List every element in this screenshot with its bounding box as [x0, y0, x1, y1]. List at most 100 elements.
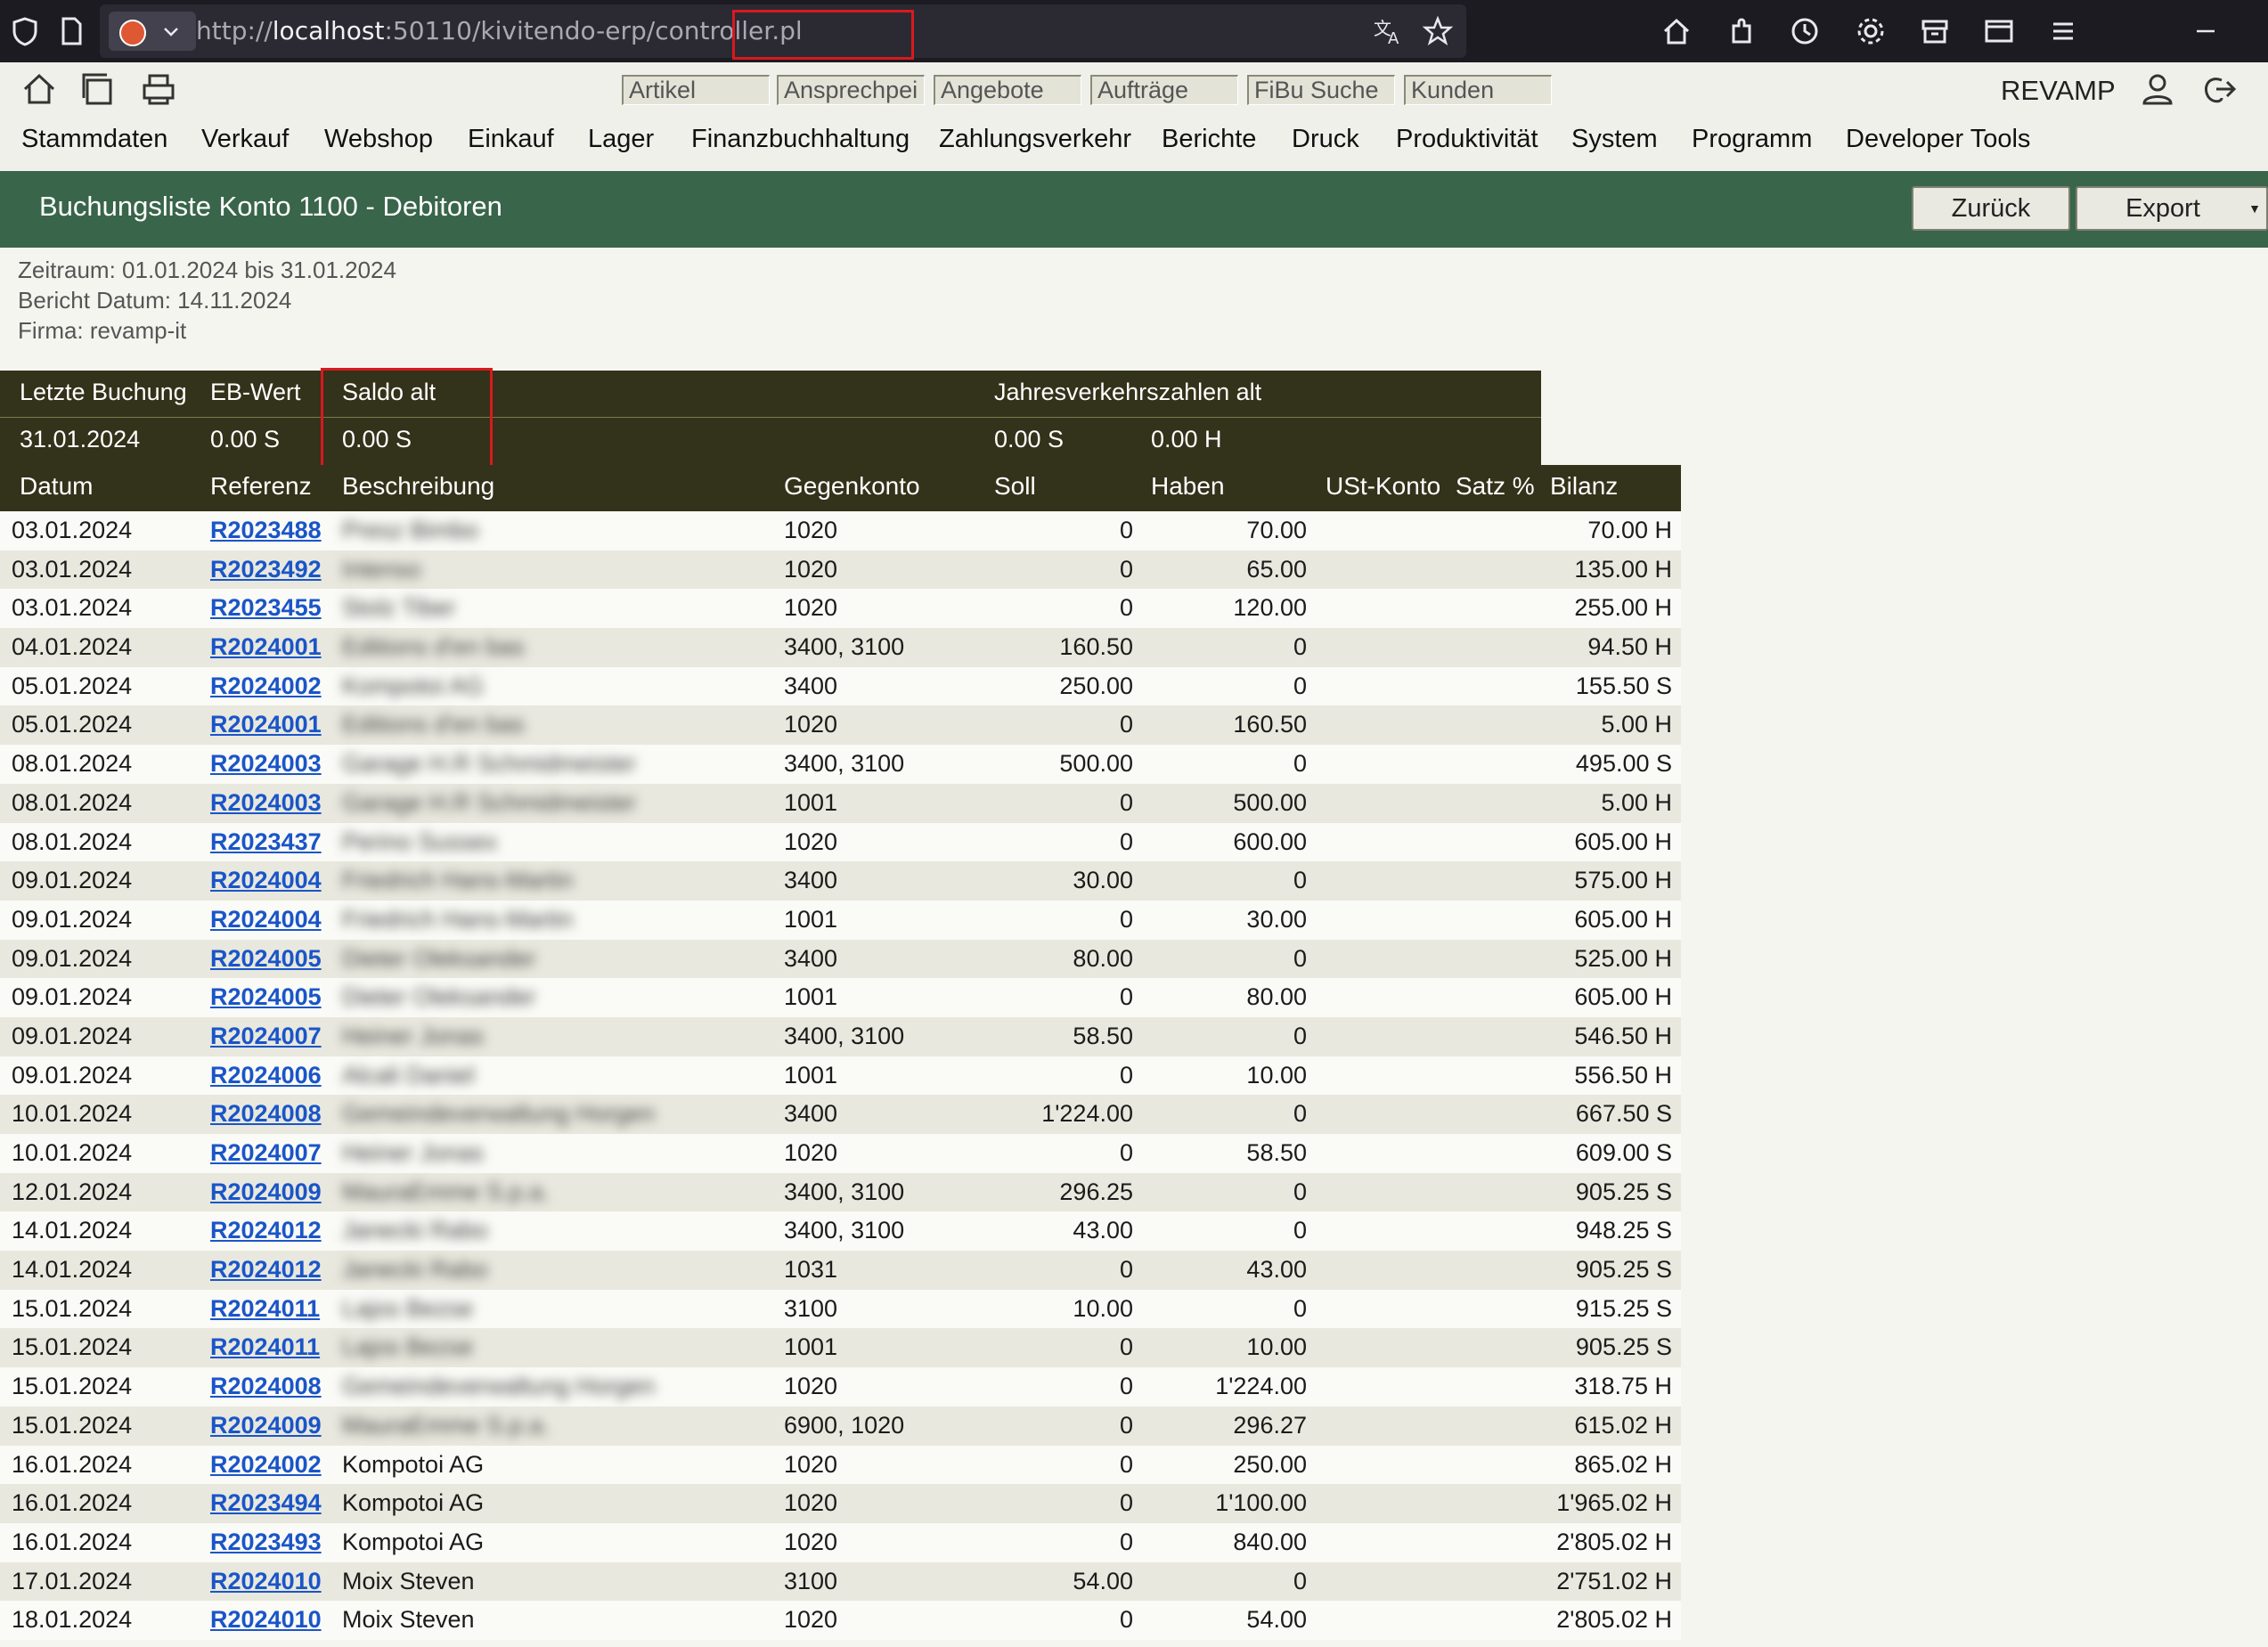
menu-stammdaten[interactable]: Stammdaten	[21, 125, 167, 154]
dropdown-arrow-icon[interactable]: ▼	[2248, 188, 2261, 229]
cell-referenz-link[interactable]: R2024009	[210, 1178, 322, 1206]
cell-referenz-link[interactable]: R2024011	[210, 1333, 320, 1361]
shield-icon[interactable]	[7, 13, 43, 49]
new-window-icon[interactable]	[80, 71, 116, 107]
menu-lager[interactable]: Lager	[588, 125, 654, 154]
url-text[interactable]: http://localhost:50110/kivitendo-erp/con…	[196, 16, 803, 45]
cell-referenz-link[interactable]: R2024001	[210, 633, 322, 661]
col-soll[interactable]: Soll	[994, 472, 1036, 501]
cell-referenz-link[interactable]: R2024012	[210, 1217, 322, 1244]
cell-referenz-link[interactable]: R2024001	[210, 711, 322, 738]
hamburger-menu-icon[interactable]	[2045, 13, 2081, 49]
cell-soll: 1'224.00	[1041, 1100, 1133, 1128]
app-topbar: Artikel Ansprechpei Angebote Aufträge Fi…	[0, 62, 2268, 118]
col-beschreibung[interactable]: Beschreibung	[342, 472, 494, 501]
col-satz[interactable]: Satz %	[1456, 472, 1535, 501]
col-ust-konto[interactable]: USt-Konto	[1326, 472, 1440, 501]
table-row: 09.01.2024 R2024004 Friedrich Hans-Martin 3…	[0, 861, 1681, 901]
cell-referenz-link[interactable]: R2024002	[210, 673, 322, 700]
cell-referenz-link[interactable]: R2024006	[210, 1062, 322, 1089]
cell-bilanz: 546.50 H	[1574, 1022, 1672, 1049]
quicksearch-angebote[interactable]: Angebote	[934, 75, 1081, 105]
logout-icon[interactable]	[2200, 71, 2237, 107]
cell-referenz-link[interactable]: R2024005	[210, 983, 322, 1011]
translate-icon[interactable]: 文A	[1370, 13, 1406, 49]
quicksearch-ansprechpartner[interactable]: Ansprechpei	[777, 75, 925, 105]
menu-programm[interactable]: Programm	[1692, 125, 1812, 154]
cell-referenz-link[interactable]: R2024004	[210, 906, 322, 934]
print-icon[interactable]	[141, 71, 176, 107]
cell-referenz-link[interactable]: R2023455	[210, 594, 322, 622]
cell-referenz-link[interactable]: R2023488	[210, 517, 322, 544]
table-row: 14.01.2024 R2024012 Janecki Rabo 1031 0 43.00…	[0, 1251, 1681, 1290]
window-icon[interactable]	[1981, 13, 2017, 49]
cell-haben: 0	[1293, 1100, 1307, 1128]
cell-datum: 03.01.2024	[12, 555, 133, 583]
cell-referenz-link[interactable]: R2024003	[210, 789, 322, 817]
quicksearch-fibu[interactable]: FiBu Suche	[1247, 75, 1395, 105]
cell-haben: 500.00	[1233, 788, 1307, 816]
user-icon[interactable]	[2140, 71, 2175, 107]
menu-system[interactable]: System	[1571, 125, 1658, 154]
cell-referenz-link[interactable]: R2023492	[210, 556, 322, 583]
cell-referenz-link[interactable]: R2024005	[210, 945, 322, 973]
cell-beschreibung: Kompotoi AG	[342, 672, 485, 699]
cell-referenz-link[interactable]: R2023493	[210, 1529, 322, 1556]
cell-referenz-link[interactable]: R2024012	[210, 1256, 322, 1284]
quicksearch-kunden[interactable]: Kunden	[1404, 75, 1552, 105]
cell-gegenkonto: 1020	[784, 1606, 838, 1634]
cell-datum: 05.01.2024	[12, 672, 133, 699]
cell-referenz-link[interactable]: R2024004	[210, 867, 322, 894]
menu-webshop[interactable]: Webshop	[324, 125, 433, 154]
table-row: 03.01.2024 R2023488 Presz Bimbo 1020 0 70.00 7…	[0, 511, 1681, 550]
url-bar[interactable]: http://localhost:50110/kivitendo-erp/con…	[100, 4, 1466, 60]
history-icon[interactable]	[1787, 13, 1823, 49]
col-bilanz[interactable]: Bilanz	[1550, 472, 1618, 501]
cell-referenz-link[interactable]: R2024007	[210, 1139, 322, 1167]
bookmark-star-icon[interactable]	[1420, 13, 1456, 49]
cell-referenz-link[interactable]: R2023494	[210, 1489, 322, 1517]
cell-referenz-link[interactable]: R2024002	[210, 1451, 322, 1479]
menu-druck[interactable]: Druck	[1292, 125, 1359, 154]
cell-beschreibung: Gemeindeverwaltung Horgen	[342, 1100, 656, 1128]
menu-zahlungsverkehr[interactable]: Zahlungsverkehr	[939, 125, 1131, 154]
summary-eb-wert: 0.00 S	[210, 426, 281, 453]
menu-berichte[interactable]: Berichte	[1162, 125, 1256, 154]
menu-finanzbuchhaltung[interactable]: Finanzbuchhaltung	[691, 125, 910, 154]
cell-referenz-link[interactable]: R2024010	[210, 1568, 322, 1595]
menu-produktivitaet[interactable]: Produktivität	[1396, 125, 1538, 154]
col-haben[interactable]: Haben	[1151, 472, 1225, 501]
col-datum[interactable]: Datum	[20, 472, 93, 501]
table-row: 16.01.2024 R2023493 Kompotoi AG 1020 0 840.00…	[0, 1522, 1681, 1562]
col-gegenkonto[interactable]: Gegenkonto	[784, 472, 920, 501]
gear-icon[interactable]	[1853, 13, 1889, 49]
cell-haben: 296.27	[1233, 1411, 1307, 1439]
quicksearch-auftraege[interactable]: Aufträge	[1090, 75, 1238, 105]
page-icon[interactable]	[53, 13, 89, 49]
menu-einkauf[interactable]: Einkauf	[468, 125, 554, 154]
back-button[interactable]: Zurück	[1912, 186, 2070, 231]
minimize-icon[interactable]	[2188, 13, 2223, 49]
cell-haben: 10.00	[1246, 1333, 1307, 1361]
archive-icon[interactable]	[1917, 13, 1953, 49]
cell-bilanz: 5.00 H	[1601, 788, 1672, 816]
cell-referenz-link[interactable]: R2024008	[210, 1100, 322, 1128]
cell-referenz-link[interactable]: R2024009	[210, 1412, 322, 1439]
cell-referenz-link[interactable]: R2023437	[210, 828, 322, 856]
menu-verkauf[interactable]: Verkauf	[201, 125, 289, 154]
cell-referenz-link[interactable]: R2024003	[210, 750, 322, 778]
cell-referenz-link[interactable]: R2024007	[210, 1023, 322, 1050]
cell-referenz-link[interactable]: R2024011	[210, 1295, 320, 1323]
home-icon[interactable]	[1659, 13, 1694, 49]
export-button[interactable]: Export ▼	[2076, 186, 2268, 231]
cell-soll: 296.25	[1059, 1178, 1133, 1205]
table-row: 08.01.2024 R2023437 Perino Sussex 1020 0 600.…	[0, 822, 1681, 862]
menu-developer-tools[interactable]: Developer Tools	[1846, 125, 2030, 154]
site-identity-button[interactable]	[109, 12, 196, 51]
cell-referenz-link[interactable]: R2024010	[210, 1606, 322, 1634]
cell-referenz-link[interactable]: R2024008	[210, 1373, 322, 1400]
home-icon[interactable]	[21, 71, 57, 107]
quicksearch-artikel[interactable]: Artikel	[622, 75, 770, 105]
col-referenz[interactable]: Referenz	[210, 472, 312, 501]
extensions-icon[interactable]	[1725, 13, 1760, 49]
